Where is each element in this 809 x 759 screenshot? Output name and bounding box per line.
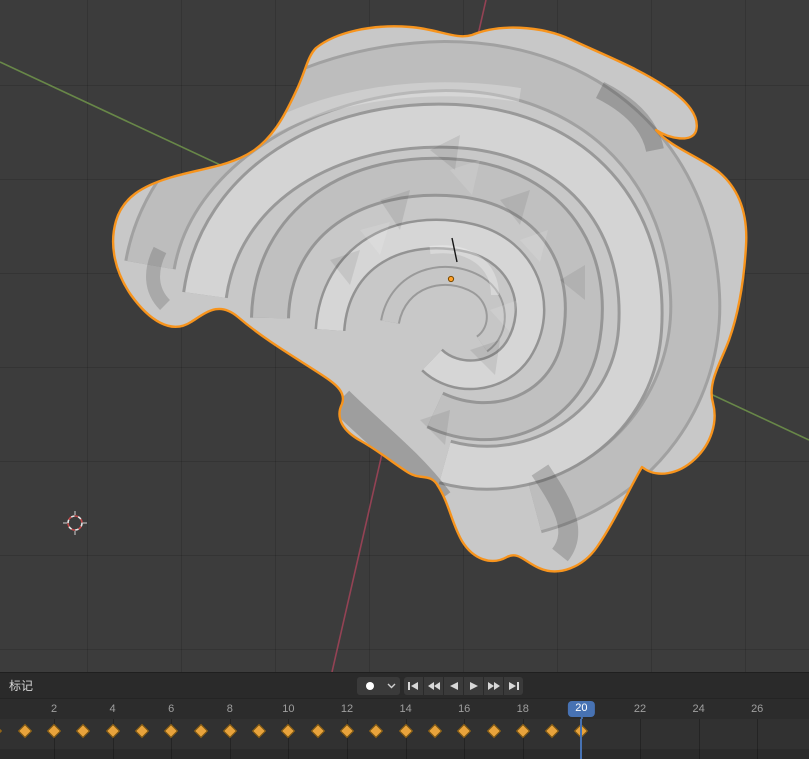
frame-tick-label: 6 [168,703,175,715]
mesh-object[interactable] [0,0,809,672]
jump-to-start-button[interactable] [404,677,423,695]
frame-tick-label: 8 [226,703,233,715]
frame-gridline [698,719,700,759]
timeline-ruler[interactable]: 20 2 4 6 8 10 12 14 16 18 22 24 26 [0,698,809,719]
playhead[interactable] [580,719,583,759]
chevron-down-icon [387,683,396,689]
play-icon [469,682,478,690]
frame-tick-label: 18 [516,703,529,715]
frame-tick-label: 22 [633,703,647,715]
blender-window: 标记 20 2 4 6 8 10 12 14 16 18 22 24 26 [0,0,809,759]
play-reverse-button[interactable] [444,677,463,695]
keyframe-diamond[interactable] [193,723,208,739]
keyframe-diamond[interactable] [310,723,325,739]
keyframe-diamond[interactable] [252,723,267,739]
object-origin-dot [447,275,455,283]
keyframe-strip[interactable] [0,719,809,759]
auto-keyframe-group [357,677,400,695]
frame-tick-label: 16 [458,703,471,715]
play-button[interactable] [464,677,483,695]
next-keyframe-button[interactable] [484,677,503,695]
jump-to-end-icon [509,682,519,690]
play-reverse-icon [449,682,458,690]
viewport-canvas [0,0,809,672]
current-frame-badge[interactable]: 20 [568,701,595,719]
frame-tick-label: 26 [751,703,764,715]
keyframe-diamond[interactable] [0,723,3,739]
keyframe-diamond[interactable] [281,723,296,739]
viewport-3d[interactable] [0,0,809,672]
frame-gridline [640,719,641,759]
next-keyframe-icon [487,682,500,690]
frame-tick-label: 24 [692,703,705,715]
keyframe-diamond[interactable] [515,723,530,739]
previous-keyframe-button[interactable] [424,677,443,695]
playback-controls [404,677,523,695]
keyframe-diamond[interactable] [457,723,472,739]
keyframe-diamond[interactable] [427,723,442,739]
keyframe-diamond[interactable] [17,723,32,739]
keyframe-diamond[interactable] [134,723,149,739]
frame-tick-label: 10 [282,703,295,715]
timeline-header: 标记 [0,672,809,698]
jump-to-end-button[interactable] [504,677,523,695]
frame-tick-label: 4 [109,703,116,715]
markers-label: 标记 [9,679,34,693]
keyframe-diamond[interactable] [46,723,62,739]
auto-keyframe-record-button[interactable] [357,677,383,695]
jump-to-start-icon [408,682,418,690]
keyframe-diamond[interactable] [545,723,560,739]
keyframe-diamond[interactable] [398,723,413,739]
3d-cursor [63,511,87,535]
keyframe-diamond[interactable] [105,723,120,739]
keying-dropdown-button[interactable] [383,677,400,695]
frame-tick-label: 12 [340,703,354,715]
keyframe-diamond[interactable] [486,723,501,739]
frame-gridline [757,719,759,759]
keyframe-diamond[interactable] [76,723,91,739]
keyframe-diamond[interactable] [369,723,384,739]
record-dot-icon [366,682,374,690]
keyframe-diamond[interactable] [339,723,355,739]
frame-tick-label: 14 [399,703,412,715]
keyframe-diamond[interactable] [222,723,237,739]
previous-keyframe-icon [427,682,440,690]
keyframe-diamond[interactable] [164,723,179,739]
frame-tick-label: 2 [50,703,58,715]
